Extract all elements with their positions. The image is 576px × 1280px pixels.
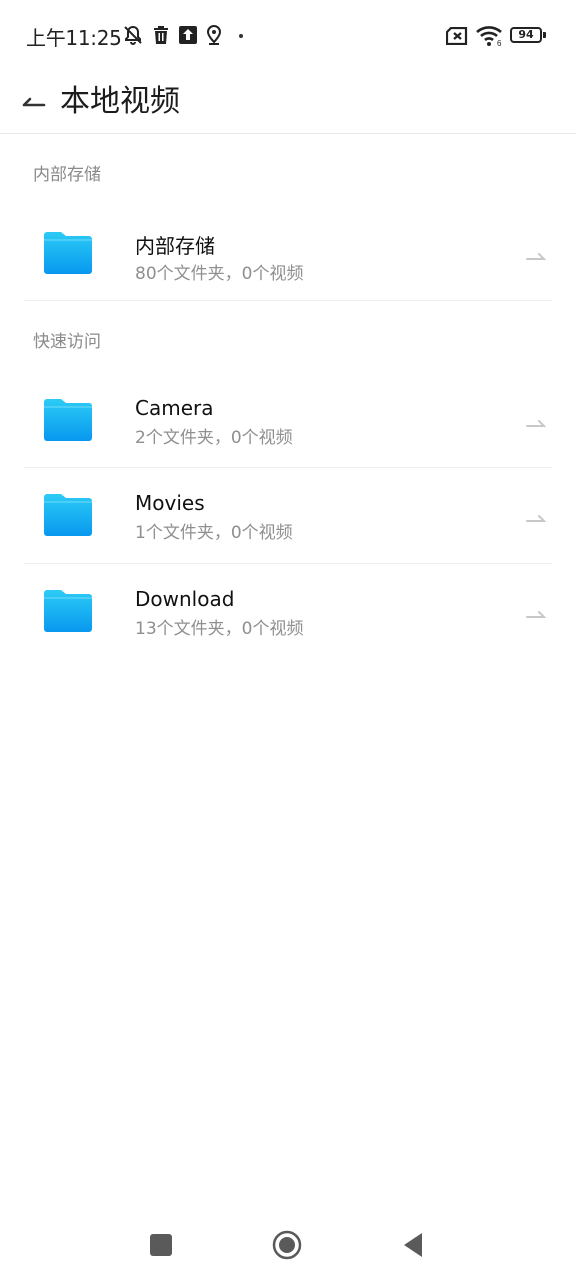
item-subtitle: 2个文件夹，0个视频 (135, 428, 293, 448)
folder-icon (44, 494, 92, 536)
list-item-download[interactable]: Download 13个文件夹，0个视频 (24, 564, 552, 659)
app-header: 本地视频 (0, 70, 576, 134)
folder-icon (44, 232, 92, 274)
list-item-internal-storage[interactable]: 内部存储 80个文件夹，0个视频 (24, 207, 552, 302)
home-button[interactable] (272, 1230, 302, 1260)
wifi-badge: 6 (497, 39, 502, 47)
notification-dot (239, 34, 243, 38)
location-icon (206, 25, 222, 45)
item-subtitle: 13个文件夹，0个视频 (135, 619, 304, 639)
section-label-quick-access: 快速访问 (33, 332, 101, 352)
item-title: Camera (135, 396, 214, 420)
item-subtitle: 1个文件夹，0个视频 (135, 523, 293, 543)
item-title: Download (135, 587, 235, 611)
bell-off-icon (124, 25, 142, 45)
back-arrow-icon[interactable] (18, 80, 52, 114)
back-nav-button[interactable] (402, 1232, 424, 1258)
wifi-icon: 6 (476, 26, 502, 47)
upload-icon (179, 26, 197, 44)
system-nav-bar (0, 1210, 576, 1280)
item-title: Movies (135, 491, 205, 515)
folder-icon (44, 399, 92, 441)
list-item-camera[interactable]: Camera 2个文件夹，0个视频 (24, 373, 552, 468)
folder-icon (44, 590, 92, 632)
chevron-right-icon (526, 420, 546, 427)
item-title: 内部存储 (135, 234, 215, 258)
divider (24, 300, 552, 301)
no-sim-icon (446, 27, 468, 45)
trash-icon (154, 26, 168, 44)
recents-button[interactable] (150, 1234, 172, 1256)
list-item-movies[interactable]: Movies 1个文件夹，0个视频 (24, 468, 552, 563)
battery-tip (543, 32, 546, 38)
status-time: 上午11:25 (26, 26, 122, 50)
chevron-right-icon (526, 515, 546, 522)
chevron-right-icon (526, 253, 546, 260)
page-title: 本地视频 (60, 84, 180, 119)
chevron-right-icon (526, 611, 546, 618)
header-divider (0, 133, 576, 134)
status-bar: 上午11:25 6 94 (0, 0, 576, 70)
battery-indicator: 94 (510, 27, 542, 43)
section-label-internal-storage: 内部存储 (33, 165, 101, 185)
screen: 上午11:25 6 94 本地视频 内部存储 内部存储 80个文件夹，0个视频 … (0, 0, 576, 1280)
item-subtitle: 80个文件夹，0个视频 (135, 264, 304, 284)
